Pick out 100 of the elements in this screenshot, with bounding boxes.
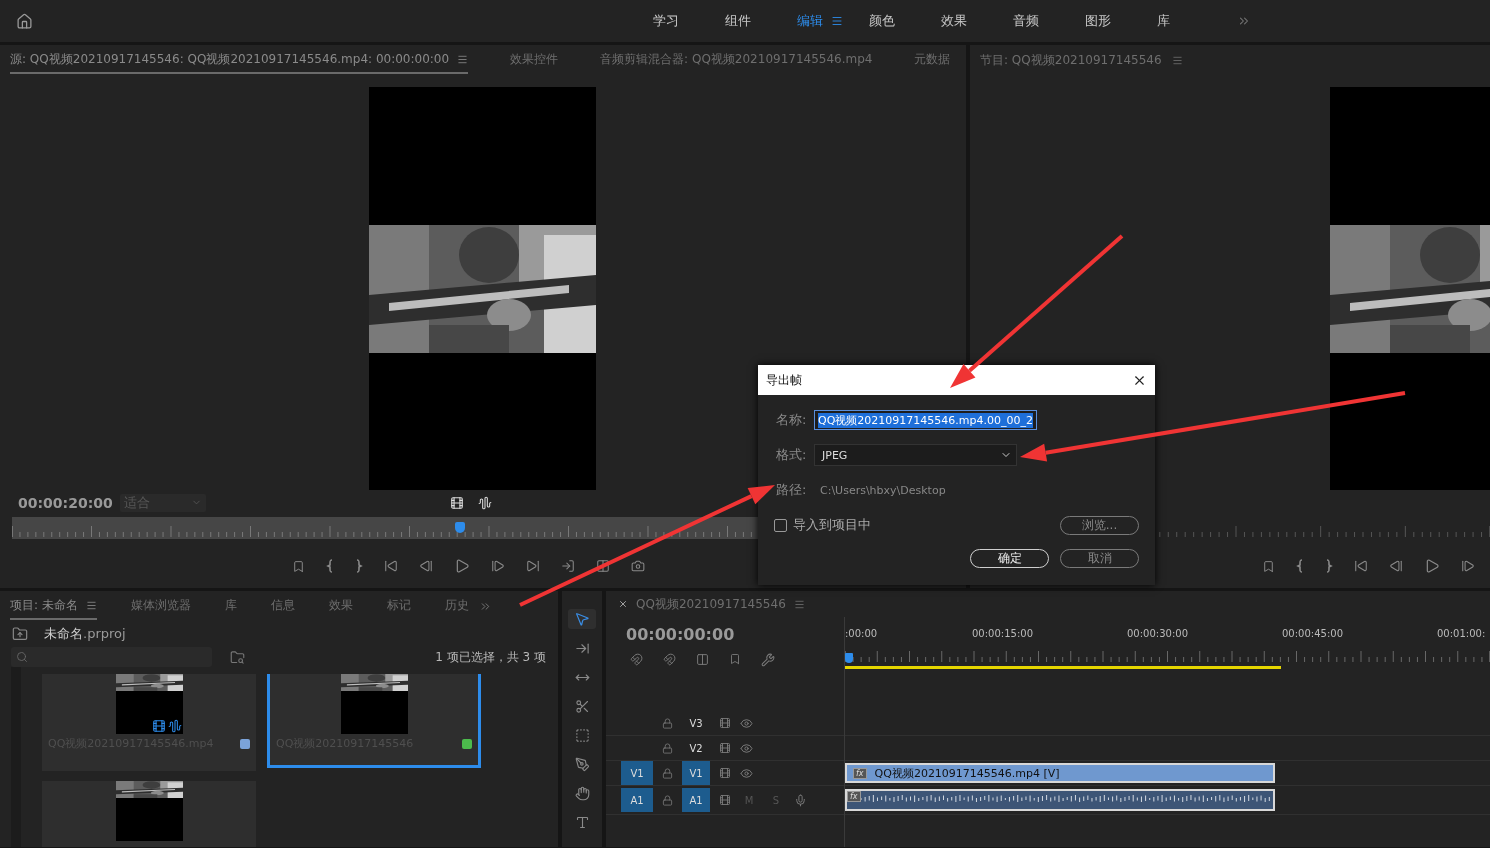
- menu-icon[interactable]: [831, 15, 843, 27]
- play-icon[interactable]: [454, 558, 470, 575]
- sequence-tab[interactable]: QQ视频20210917145546: [636, 595, 786, 613]
- ruler-label: 00:01:00:: [1437, 628, 1486, 639]
- panel-tab[interactable]: 历史: [444, 592, 469, 620]
- panel-tab[interactable]: 效果: [328, 592, 353, 620]
- sync-icon[interactable]: [719, 742, 731, 754]
- workspace-tab[interactable]: 学习: [653, 12, 725, 30]
- insert-icon[interactable]: [561, 559, 575, 574]
- playhead[interactable]: [455, 522, 466, 534]
- video-badge-icon: [151, 719, 166, 733]
- selection-tool[interactable]: [568, 609, 596, 629]
- source-patch[interactable]: V1: [621, 761, 653, 785]
- mic-icon[interactable]: [794, 793, 807, 807]
- magnet-icon[interactable]: [663, 653, 676, 666]
- menu-icon[interactable]: [1171, 54, 1183, 66]
- audio-clip[interactable]: fx: [845, 789, 1275, 811]
- step-back-icon[interactable]: [419, 559, 433, 574]
- panel-tab[interactable]: 节目: QQ视频20210917145546: [980, 51, 1183, 69]
- workspace-tab[interactable]: 音频: [1013, 12, 1085, 30]
- workspace-tab[interactable]: 库: [1157, 12, 1229, 30]
- bracket-icon[interactable]: [326, 559, 334, 574]
- clip-name: QQ视频20210917145546.mp4 [V]: [874, 765, 1060, 781]
- track-label[interactable]: V2: [682, 736, 710, 760]
- marker-icon[interactable]: [1262, 559, 1275, 573]
- step-forward-icon[interactable]: [1461, 559, 1475, 574]
- eye-icon[interactable]: [740, 766, 753, 780]
- fx-badge: fx: [853, 767, 867, 779]
- panel-tab[interactable]: 标记: [386, 592, 411, 620]
- go-to-in-icon[interactable]: [384, 559, 398, 574]
- bracket-icon[interactable]: [1296, 559, 1304, 574]
- timecode[interactable]: 00:00:00:00: [606, 617, 844, 645]
- panel-tab[interactable]: 库: [224, 592, 237, 620]
- name-field[interactable]: QQ视频20210917145546.mp4.00_00_2: [814, 410, 1037, 430]
- close-icon[interactable]: [618, 599, 628, 609]
- menu-icon[interactable]: [457, 53, 469, 65]
- new-search-bin-icon[interactable]: [230, 649, 245, 665]
- waveform-icon[interactable]: [478, 495, 492, 510]
- panel-tab[interactable]: 项目: 未命名: [10, 592, 97, 620]
- sync-icon[interactable]: [719, 794, 731, 806]
- type-icon[interactable]: [574, 814, 590, 830]
- step-back-icon[interactable]: [1389, 559, 1403, 574]
- pointer-icon[interactable]: [574, 611, 590, 627]
- workspace-tab[interactable]: 组件: [725, 12, 797, 30]
- panel-tab[interactable]: 音频剪辑混合器: QQ视频20210917145546.mp4: [600, 46, 873, 74]
- wrench-icon[interactable]: [761, 653, 775, 667]
- video-clip[interactable]: fx QQ视频20210917145546.mp4 [V]: [845, 763, 1275, 783]
- workspace-tab[interactable]: 颜色: [869, 12, 941, 30]
- home-icon[interactable]: [16, 12, 33, 30]
- track-label[interactable]: A1: [682, 788, 710, 812]
- marker-icon[interactable]: [292, 559, 305, 573]
- ruler-label: 00:00:15:00: [972, 628, 1033, 639]
- scissors-icon[interactable]: [574, 698, 590, 714]
- ruler-label: :00:00: [845, 628, 878, 639]
- bracket-icon[interactable]: [1325, 559, 1333, 574]
- sync-icon[interactable]: [719, 767, 731, 779]
- track-label[interactable]: V1: [682, 761, 710, 785]
- hand-icon[interactable]: [574, 785, 590, 801]
- pen-icon[interactable]: [574, 756, 590, 772]
- panel-tab[interactable]: 信息: [270, 592, 295, 620]
- source-patch[interactable]: A1: [621, 788, 653, 812]
- go-to-in-icon[interactable]: [1354, 559, 1368, 574]
- panel-tab[interactable]: 元数据: [914, 46, 951, 74]
- marker-icon[interactable]: [729, 653, 741, 665]
- sync-icon[interactable]: [719, 717, 731, 729]
- audio-badge-icon: [167, 719, 182, 733]
- selection-summary: 1 项已选择，共 3 项: [435, 648, 546, 666]
- panel-tab[interactable]: 媒体浏览器: [130, 592, 191, 620]
- path-value: C:\Users\hbxy\Desktop: [820, 483, 946, 497]
- lock-icon[interactable]: [662, 717, 673, 729]
- menu-icon[interactable]: [793, 598, 805, 610]
- search-field[interactable]: [11, 647, 212, 667]
- bracket-icon[interactable]: [355, 559, 363, 574]
- eye-icon[interactable]: [740, 741, 753, 755]
- panel-tab[interactable]: 源: QQ视频20210917145546: QQ视频20210917145546.mp4: 00:00:00:00: [10, 46, 469, 74]
- lock-icon[interactable]: [662, 742, 673, 754]
- project-name: 未命名.prproj: [44, 625, 126, 643]
- timecode[interactable]: 00:00:20:00: [18, 494, 120, 511]
- field-label: 名称:: [776, 411, 808, 429]
- workspace-tab[interactable]: 编辑: [797, 12, 869, 30]
- panel-tab[interactable]: 效果控件: [510, 46, 559, 74]
- step-forward-icon[interactable]: [491, 559, 505, 574]
- eye-icon[interactable]: [740, 716, 753, 730]
- folder-up-icon[interactable]: [12, 626, 28, 642]
- import-checkbox[interactable]: [774, 518, 787, 532]
- more-icon[interactable]: [1237, 14, 1251, 28]
- ruler-label: 00:00:45:00: [1282, 628, 1343, 639]
- menu-icon[interactable]: [85, 599, 97, 611]
- play-icon[interactable]: [1424, 558, 1440, 575]
- lock-icon[interactable]: [662, 794, 673, 806]
- workspace-tab[interactable]: 图形: [1085, 12, 1157, 30]
- track-label[interactable]: V3: [682, 711, 710, 735]
- format-dropdown[interactable]: JPEG: [814, 444, 1017, 466]
- go-to-out-icon[interactable]: [526, 559, 540, 574]
- dialog-title: 导出帧: [766, 371, 802, 389]
- camera-icon[interactable]: [631, 559, 645, 574]
- playhead[interactable]: [845, 653, 853, 663]
- workspace-tab[interactable]: 效果: [941, 12, 1013, 30]
- lock-icon[interactable]: [662, 767, 673, 779]
- film-icon[interactable]: [450, 495, 464, 510]
